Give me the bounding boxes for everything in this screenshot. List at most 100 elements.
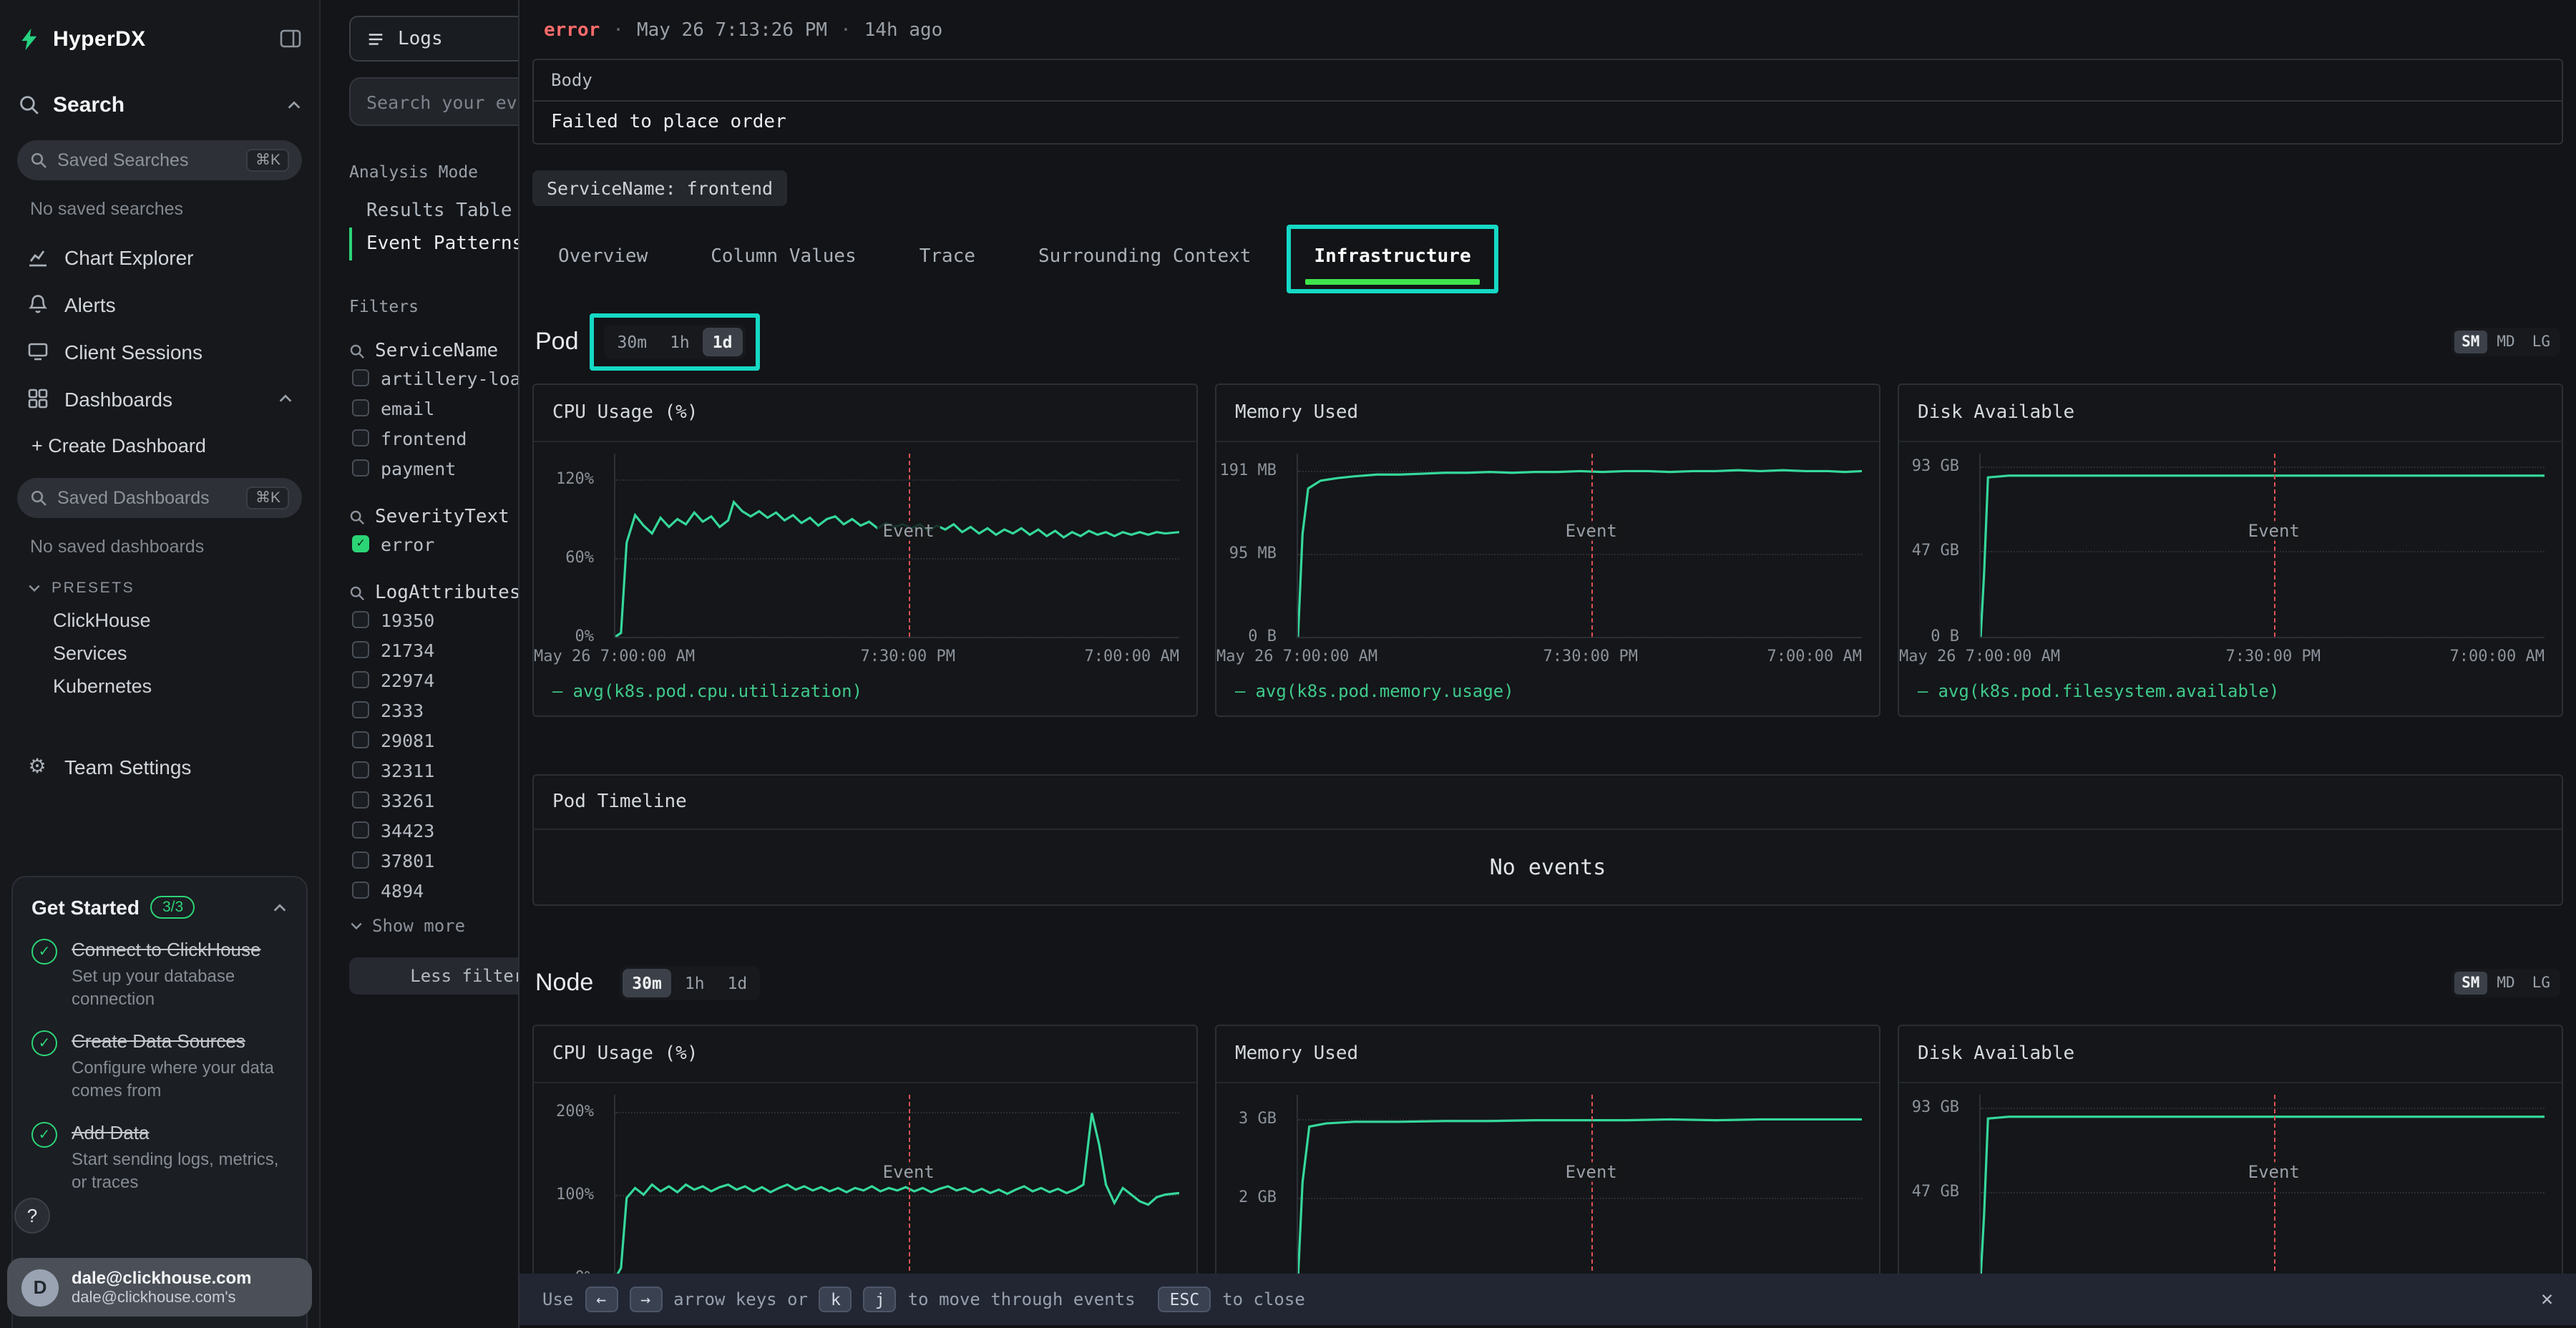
user-menu[interactable]: D dale@clickhouse.com dale@clickhouse.co… bbox=[7, 1258, 312, 1317]
x-axis-tick: 7:30:00 PM bbox=[1543, 647, 1638, 665]
search-section-label: Search bbox=[53, 92, 125, 117]
chevron-down-icon bbox=[349, 919, 364, 933]
checkbox[interactable] bbox=[352, 611, 369, 628]
checkbox[interactable] bbox=[352, 701, 369, 718]
chart-plot-area[interactable]: Event bbox=[1979, 454, 2545, 638]
sidebar-preset-clickhouse[interactable]: ClickHouse bbox=[17, 604, 302, 637]
checkbox[interactable] bbox=[352, 821, 369, 839]
checkbox[interactable] bbox=[352, 731, 369, 748]
get-started-step[interactable]: ✓ Create Data Sources Configure where yo… bbox=[31, 1029, 288, 1102]
saved-searches-input[interactable]: Saved Searches ⌘K bbox=[17, 140, 302, 180]
saved-dashboards-input[interactable]: Saved Dashboards ⌘K bbox=[17, 478, 302, 518]
help-button[interactable]: ? bbox=[14, 1198, 50, 1234]
checkbox[interactable] bbox=[352, 791, 369, 809]
range-1d-button[interactable]: 1d bbox=[718, 969, 758, 997]
tab-infrastructure[interactable]: Infrastructure bbox=[1311, 238, 1473, 285]
nav-section-search[interactable]: Search bbox=[17, 77, 302, 132]
checkbox[interactable] bbox=[352, 399, 369, 416]
chart-plot-area[interactable]: Event bbox=[1297, 1095, 1862, 1279]
filter-option-label: 34423 bbox=[381, 819, 434, 841]
event-marker-line bbox=[909, 1095, 910, 1278]
chevron-up-icon[interactable] bbox=[272, 899, 288, 915]
create-dashboard-button[interactable]: + Create Dashboard bbox=[17, 422, 302, 469]
kbd-shortcut: ⌘K bbox=[247, 487, 289, 509]
y-axis-tick: 93 GB bbox=[1912, 1098, 1959, 1116]
size-lg-button[interactable]: LG bbox=[2525, 972, 2557, 995]
checkbox-checked[interactable]: ✓ bbox=[352, 535, 369, 552]
line-series bbox=[1298, 1095, 1862, 1278]
range-30m-button[interactable]: 30m bbox=[608, 328, 658, 356]
line-series bbox=[1298, 454, 1862, 637]
bell-icon bbox=[26, 293, 49, 315]
event-body-card: Body Failed to place order bbox=[532, 59, 2563, 145]
severity-badge: error bbox=[544, 20, 600, 42]
checkbox[interactable] bbox=[352, 671, 369, 688]
chart-title: Memory Used bbox=[1216, 1026, 1879, 1083]
sidebar-preset-kubernetes[interactable]: Kubernetes bbox=[17, 670, 302, 703]
hyperdx-logo-icon bbox=[17, 26, 42, 51]
y-axis-tick: 0 B bbox=[1248, 627, 1277, 645]
size-md-button[interactable]: MD bbox=[2489, 331, 2522, 353]
checkbox[interactable] bbox=[352, 429, 369, 446]
checkbox[interactable] bbox=[352, 882, 369, 899]
user-email: dale@clickhouse.com bbox=[72, 1268, 252, 1288]
sidebar-item-dashboards[interactable]: Dashboards bbox=[17, 375, 302, 422]
filter-option-label: 37801 bbox=[381, 849, 434, 871]
saved-searches-placeholder: Saved Searches bbox=[57, 150, 188, 170]
sidebar-item-alerts[interactable]: Alerts bbox=[17, 280, 302, 328]
y-axis-tick: 60% bbox=[565, 548, 594, 567]
range-1d-button[interactable]: 1d bbox=[703, 328, 743, 356]
checkbox[interactable] bbox=[352, 369, 369, 386]
sidebar-item-chart-explorer[interactable]: Chart Explorer bbox=[17, 233, 302, 280]
event-marker-label: Event bbox=[1560, 1162, 1623, 1182]
check-circle-icon: ✓ bbox=[31, 939, 57, 965]
pod-timeline-title: Pod Timeline bbox=[534, 776, 2562, 830]
sidebar-item-team-settings[interactable]: ⚙ Team Settings bbox=[17, 743, 302, 790]
chevron-up-icon bbox=[286, 97, 302, 112]
size-lg-button[interactable]: LG bbox=[2525, 331, 2557, 353]
get-started-step[interactable]: ✓ Add Data Start sending logs, metrics, … bbox=[31, 1121, 288, 1194]
checkbox[interactable] bbox=[352, 459, 369, 477]
sidebar-preset-services[interactable]: Services bbox=[17, 637, 302, 670]
checkbox[interactable] bbox=[352, 851, 369, 869]
range-1h-button[interactable]: 1h bbox=[660, 328, 700, 356]
filter-option-label: 33261 bbox=[381, 789, 434, 811]
presets-toggle[interactable]: PRESETS bbox=[27, 580, 302, 597]
x-axis-tick: 7:00:00 AM bbox=[1767, 647, 1862, 665]
no-saved-searches-text: No saved searches bbox=[30, 199, 302, 219]
filter-option-label: payment bbox=[381, 457, 456, 479]
range-30m-button[interactable]: 30m bbox=[622, 969, 672, 997]
body-card-content: Failed to place order bbox=[534, 102, 2562, 143]
x-axis-tick: 7:30:00 PM bbox=[861, 647, 955, 665]
close-icon[interactable]: ✕ bbox=[2541, 1288, 2553, 1311]
key-right-arrow: → bbox=[629, 1286, 662, 1312]
y-axis-tick: 47 GB bbox=[1912, 1182, 1959, 1201]
size-md-button[interactable]: MD bbox=[2489, 972, 2522, 995]
event-relative-time: 14h ago bbox=[864, 20, 943, 42]
checkbox[interactable] bbox=[352, 761, 369, 778]
chart-plot-area[interactable]: Event bbox=[614, 454, 1179, 638]
chart-plot-area[interactable]: Event bbox=[1979, 1095, 2545, 1279]
size-sm-button[interactable]: SM bbox=[2454, 972, 2487, 995]
sidebar-item-client-sessions[interactable]: Client Sessions bbox=[17, 328, 302, 375]
tab-surrounding-context[interactable]: Surrounding Context bbox=[1035, 238, 1254, 285]
get-started-step[interactable]: ✓ Connect to ClickHouse Set up your data… bbox=[31, 937, 288, 1010]
service-name-chip[interactable]: ServiceName: frontend bbox=[532, 170, 787, 206]
filter-option-label: 29081 bbox=[381, 729, 434, 751]
sidebar-collapse-icon[interactable] bbox=[279, 27, 302, 50]
y-axis-tick: 2 GB bbox=[1239, 1188, 1277, 1207]
tab-trace[interactable]: Trace bbox=[917, 238, 978, 285]
y-axis-tick: 200% bbox=[556, 1101, 594, 1120]
chart-title: Memory Used bbox=[1216, 385, 1879, 442]
filter-option-label: email bbox=[381, 397, 434, 419]
chart-plot-area[interactable]: Event bbox=[614, 1095, 1179, 1279]
chart-plot-area[interactable]: Event bbox=[1297, 454, 1862, 638]
line-series bbox=[615, 454, 1179, 637]
size-sm-button[interactable]: SM bbox=[2454, 331, 2487, 353]
checkbox[interactable] bbox=[352, 641, 369, 658]
chart-legend: —avg(k8s.pod.memory.usage) bbox=[1235, 681, 1860, 701]
tab-column-values[interactable]: Column Values bbox=[708, 238, 859, 285]
range-1h-button[interactable]: 1h bbox=[675, 969, 715, 997]
tab-overview[interactable]: Overview bbox=[555, 238, 650, 285]
node-range-selector: 30m 1h 1d bbox=[619, 966, 760, 1000]
